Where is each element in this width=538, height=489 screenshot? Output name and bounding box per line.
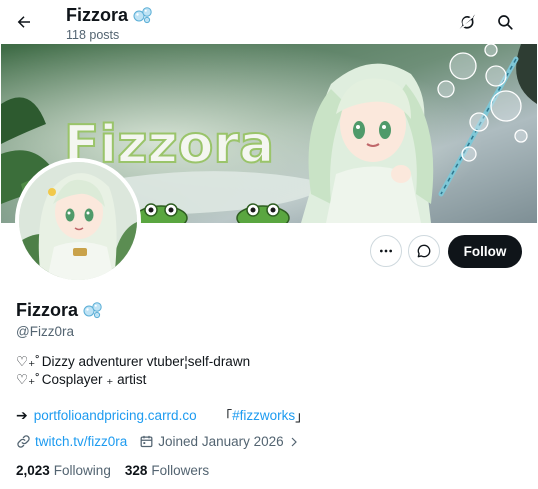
bio: ♡₊˚ Dizzy adventurer vtuber¦self-drawn ♡… xyxy=(16,353,250,389)
avatar[interactable] xyxy=(15,158,141,284)
more-icon xyxy=(380,249,392,253)
bio-links-row: ➔ portfolioandpricing.carrd.co 「 #fizzwo… xyxy=(16,405,309,425)
search-icon xyxy=(498,15,513,30)
message-icon xyxy=(417,244,431,258)
bio-line: ♡₊˚ Dizzy adventurer vtuber¦self-drawn xyxy=(16,353,250,371)
calendar-icon xyxy=(140,435,153,448)
link-icon xyxy=(17,435,30,448)
following-count: 2,023 xyxy=(16,463,50,478)
bio-line: ♡₊˚ Cosplayer ₊ artist xyxy=(16,371,250,389)
bracket-close: 」 xyxy=(295,409,309,424)
follow-button[interactable]: Follow xyxy=(448,235,522,268)
joined-date: Joined January 2026 xyxy=(158,434,284,449)
display-name: Fizzora xyxy=(16,300,79,320)
grok-button[interactable] xyxy=(453,8,481,36)
following-stat[interactable]: 2,023 Following xyxy=(16,463,111,478)
back-button[interactable] xyxy=(10,8,38,36)
back-arrow-icon xyxy=(17,16,30,28)
arrow-icon: ➔ xyxy=(16,406,28,423)
bio-text: Dizzy adventurer vtuber¦self-drawn xyxy=(41,354,251,369)
followers-count: 328 xyxy=(124,463,148,478)
bio-prefix: ♡₊˚ xyxy=(16,372,40,387)
bubbles-icon xyxy=(133,7,152,24)
follow-counts: 2,023 Following 328 Followers xyxy=(16,463,209,478)
twitch-link[interactable]: twitch.tv/fizz0ra xyxy=(35,434,127,449)
chevron-right-icon xyxy=(291,437,297,446)
grok-icon xyxy=(459,14,476,29)
bio-prefix: ♡₊˚ xyxy=(16,354,40,369)
followers-label: Followers xyxy=(151,463,210,478)
bracket-open: 「 xyxy=(218,409,233,424)
bubbles-icon xyxy=(83,302,102,319)
more-button[interactable] xyxy=(370,235,402,267)
joined-date-item[interactable]: Joined January 2026 xyxy=(139,434,299,449)
post-count: 118 posts xyxy=(66,28,120,42)
following-label: Following xyxy=(53,463,111,478)
user-handle: @Fizz0ra xyxy=(16,324,74,339)
header-title: Fizzora xyxy=(66,5,129,25)
bio-text: Cosplayer ₊ artist xyxy=(41,372,147,387)
message-button[interactable] xyxy=(408,235,440,267)
twitch-link-item[interactable]: twitch.tv/fizz0ra xyxy=(16,434,127,449)
search-button[interactable] xyxy=(491,8,519,36)
top-bar: Fizzora 118 posts xyxy=(0,0,538,44)
display-name-row: Fizzora xyxy=(16,299,103,321)
hashtag-link[interactable]: #fizzworks xyxy=(232,408,295,423)
profile-meta-row: twitch.tv/fizz0ra Joined January 2026 xyxy=(16,434,300,449)
followers-stat[interactable]: 328 Followers xyxy=(125,463,209,478)
portfolio-link[interactable]: portfolioandpricing.carrd.co xyxy=(34,408,197,423)
header-title-block: Fizzora 118 posts xyxy=(66,4,153,43)
